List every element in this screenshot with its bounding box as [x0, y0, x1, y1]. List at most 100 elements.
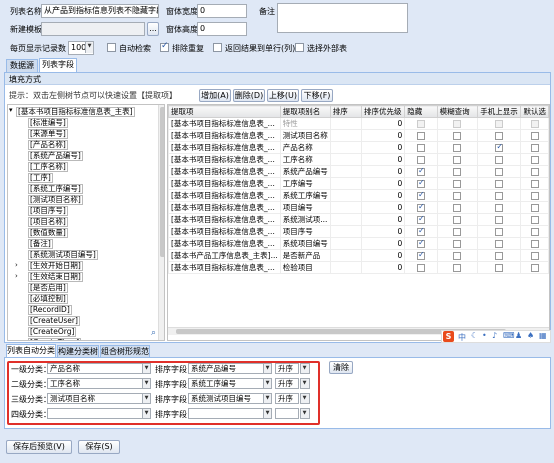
table-row[interactable]: [基本书项目指标标准信息表_... 系统项目编号 0 [168, 237, 549, 250]
sort-order-select[interactable] [275, 408, 299, 419]
grid-cell-priority[interactable]: 0 [361, 189, 406, 202]
mobile-checkbox[interactable] [495, 192, 504, 200]
sort-order-dropdown[interactable]: ▼ [300, 378, 310, 389]
tree-node[interactable]: [项目名称] [28, 217, 68, 227]
table-row[interactable]: [基本书项目指标标准信息表_... 测试项目名称 0 [168, 129, 549, 142]
grid-column-header[interactable]: 隐藏 [404, 105, 438, 118]
table-row[interactable]: [基本书产品工序信息表_主表]... 是否新产品 0 [168, 249, 549, 262]
table-row[interactable]: [基本书项目指标标准信息表_... 系统产品编号 0 [168, 165, 549, 178]
tree-node[interactable]: [系统测试项目编号] [28, 250, 98, 260]
default-checkbox[interactable] [530, 240, 539, 248]
default-checkbox[interactable] [530, 204, 539, 212]
grid-cell-field[interactable]: [基本书项目指标标准信息表_... [168, 117, 281, 130]
fuzzy-checkbox[interactable] [453, 240, 462, 248]
tree-node[interactable]: [系统工序编号] [28, 184, 83, 194]
grid-cell-priority[interactable]: 0 [361, 117, 406, 130]
tree-node[interactable]: [生效开始日期] [28, 261, 83, 271]
window-height-input[interactable]: 0 [197, 22, 247, 36]
grid-cell-priority[interactable]: 0 [361, 213, 406, 226]
tree-root-node[interactable]: [基本书项目指标标准信息表_主表] [16, 107, 135, 117]
default-checkbox[interactable] [530, 156, 539, 164]
grid-cell-priority[interactable]: 0 [361, 153, 406, 166]
tab-data-source[interactable]: 数据源 [6, 59, 38, 72]
grid-column-header[interactable]: 默认选 [520, 105, 549, 118]
tree-node[interactable]: [来源单号] [28, 129, 68, 139]
hide-checkbox[interactable] [416, 251, 425, 260]
grid-cell-alias[interactable]: 产品名称 [279, 141, 331, 154]
fuzzy-checkbox[interactable] [453, 228, 462, 236]
grid-cell-field[interactable]: [基本书项目指标标准信息表_... [168, 129, 281, 142]
fuzzy-checkbox[interactable] [453, 204, 462, 212]
mobile-checkbox[interactable] [495, 156, 504, 164]
grid-cell-alias[interactable]: 工序编号 [279, 177, 331, 190]
grid-cell-priority[interactable]: 0 [361, 165, 406, 178]
remark-textarea[interactable] [277, 3, 408, 33]
grid-cell-sort[interactable] [329, 213, 363, 226]
table-row[interactable]: [基本书项目指标标准信息表_... 检验项目 0 [168, 261, 549, 274]
tree-node[interactable]: [必填控制] [28, 294, 68, 304]
grid-cell-alias[interactable]: 项目序号 [279, 225, 331, 238]
fuzzy-checkbox[interactable] [453, 132, 462, 140]
grid-cell-sort[interactable] [329, 177, 363, 190]
grid-cell-alias[interactable]: 工序名称 [279, 153, 331, 166]
grid-cell-priority[interactable]: 0 [361, 237, 406, 250]
fuzzy-checkbox[interactable] [453, 180, 462, 188]
auto-search-checkbox[interactable] [107, 43, 116, 52]
grid-cell-alias[interactable]: 项目编号 [279, 201, 331, 214]
default-checkbox[interactable] [530, 216, 539, 224]
hide-checkbox[interactable] [416, 203, 425, 212]
hide-checkbox[interactable] [416, 132, 425, 140]
tree-expand-icon[interactable]: ▾ [9, 106, 13, 114]
fuzzy-checkbox[interactable] [453, 192, 462, 200]
clear-button[interactable]: 清除 [329, 361, 353, 374]
sort-order-dropdown[interactable]: ▼ [300, 408, 310, 419]
hide-checkbox[interactable] [416, 120, 425, 128]
default-checkbox[interactable] [530, 192, 539, 200]
person-icon[interactable]: ♟ [515, 331, 522, 340]
grid-cell-priority[interactable]: 0 [361, 177, 406, 190]
grid-cell-alias[interactable]: 测试项目名称 [279, 129, 331, 142]
sort-field-select[interactable]: 系统产品编号 ▼ [188, 363, 272, 374]
default-checkbox[interactable] [530, 120, 539, 128]
grid-cell-alias[interactable]: 系统测试项... [279, 213, 331, 226]
grid-cell-alias[interactable]: 系统工序编号 [279, 189, 331, 202]
grid-cell-field[interactable]: [基本书项目指标标准信息表_... [168, 201, 281, 214]
mobile-checkbox[interactable] [495, 240, 504, 248]
grid-cell-field[interactable]: [基本书项目指标标准信息表_... [168, 177, 281, 190]
tab-list-fields[interactable]: 列表字段 [39, 58, 77, 72]
save-preview-button[interactable]: 保存后预览(V) [6, 440, 72, 454]
tree-node[interactable]: [项目序号] [28, 206, 68, 216]
window-width-input[interactable]: 0 [197, 4, 247, 18]
grid-cell-priority[interactable]: 0 [361, 141, 406, 154]
mobile-checkbox[interactable] [495, 180, 504, 188]
keyboard-icon[interactable]: ⌨ [503, 331, 515, 340]
grid-cell-sort[interactable] [329, 261, 363, 274]
tree-expand-icon[interactable]: › [15, 272, 18, 280]
tree-node[interactable]: [数值数量] [28, 228, 68, 238]
fuzzy-checkbox[interactable] [453, 120, 462, 128]
classify-field-select[interactable]: 工序名称 ▼ [47, 378, 151, 389]
grid-column-header[interactable]: 排序优先级 [361, 105, 406, 118]
tree-node[interactable]: [工序名称] [28, 162, 68, 172]
fuzzy-checkbox[interactable] [453, 216, 462, 224]
hide-checkbox[interactable] [416, 179, 425, 188]
mobile-checkbox[interactable] [495, 204, 504, 212]
grid-column-header[interactable]: 提取项别名 [279, 105, 331, 118]
tree-node[interactable]: [CreateUser] [28, 316, 80, 326]
tree-node[interactable]: [工序] [28, 173, 53, 183]
grid-cell-field[interactable]: [基本书项目指标标准信息表_... [168, 189, 281, 202]
hide-checkbox[interactable] [416, 167, 425, 176]
moon-icon[interactable]: ☾ [471, 331, 478, 340]
classify-field-select[interactable]: 测试项目名称 ▼ [47, 393, 151, 404]
tree-node[interactable]: [系统产品编号] [28, 151, 83, 161]
table-row[interactable]: [基本书项目指标标准信息表_... 项目编号 0 [168, 201, 549, 214]
table-row[interactable]: [基本书项目指标标准信息表_... 产品名称 0 [168, 141, 549, 154]
tree-node[interactable]: [是否启用] [28, 283, 68, 293]
tab-auto-classify[interactable]: 列表自动分类 [6, 344, 56, 358]
grid-cell-field[interactable]: [基本书项目指标标准信息表_... [168, 225, 281, 238]
grid-column-header[interactable]: 手机上显示 [477, 105, 522, 118]
grid-cell-priority[interactable]: 0 [361, 201, 406, 214]
move-down-button[interactable]: 下移(F) [301, 89, 333, 102]
grid-cell-sort[interactable] [329, 189, 363, 202]
grid-cell-field[interactable]: [基本书项目指标标准信息表_... [168, 141, 281, 154]
